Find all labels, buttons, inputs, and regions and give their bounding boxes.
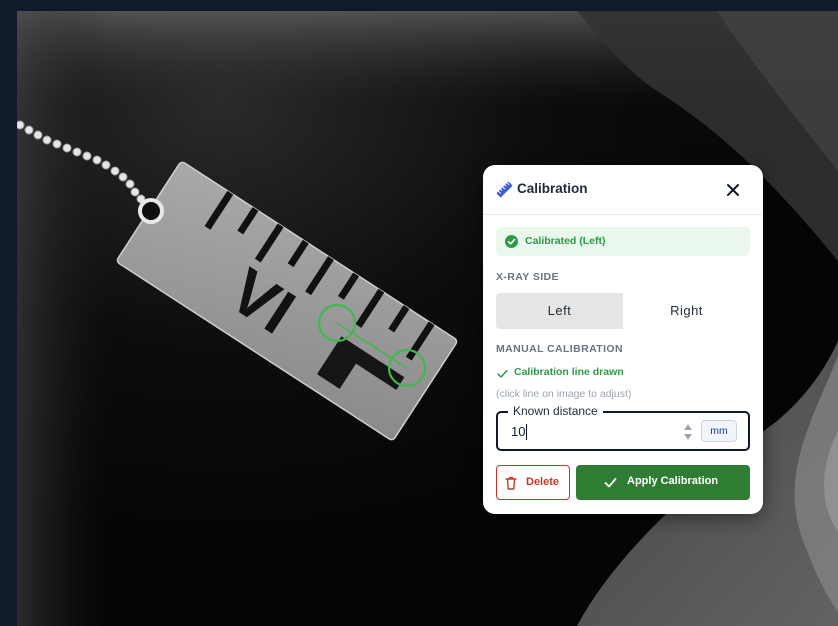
spinner-arrows-icon[interactable] — [682, 421, 694, 443]
unit-badge: mm — [701, 420, 737, 442]
adjust-hint: (click line on image to adjust) — [496, 388, 632, 400]
check-icon — [497, 369, 508, 378]
trash-icon — [505, 476, 517, 490]
close-icon[interactable] — [723, 180, 743, 200]
apply-calibration-button[interactable]: Apply Calibration — [576, 465, 750, 500]
check-circle-icon — [505, 235, 518, 248]
panel-title: Calibration — [517, 181, 588, 196]
check-icon — [604, 478, 617, 488]
side-left-button[interactable]: Left — [496, 293, 623, 329]
line-drawn-status: Calibration line drawn — [514, 366, 624, 378]
known-distance-field[interactable]: Known distance 10 mm — [496, 404, 750, 451]
text-caret — [526, 424, 527, 440]
delete-button[interactable]: Delete — [496, 465, 570, 500]
known-distance-label: Known distance — [508, 404, 603, 418]
calibration-status-badge: Calibrated (Left) — [496, 227, 750, 256]
xray-side-label: X-RAY SIDE — [496, 271, 559, 283]
ruler-icon — [496, 181, 513, 198]
panel-header: Calibration — [483, 165, 763, 215]
known-distance-input[interactable]: 10 — [511, 424, 525, 439]
calibration-status-text: Calibrated (Left) — [525, 235, 606, 247]
xray-side-toggle: Left Right — [496, 293, 750, 329]
side-right-button[interactable]: Right — [623, 293, 750, 329]
manual-calibration-label: MANUAL CALIBRATION — [496, 343, 623, 355]
ring-hole — [138, 198, 164, 224]
calibration-panel: Calibration Calibrated (Left) X-RAY SIDE… — [483, 165, 763, 514]
apply-calibration-label: Apply Calibration — [627, 475, 719, 487]
delete-button-label: Delete — [526, 476, 560, 488]
